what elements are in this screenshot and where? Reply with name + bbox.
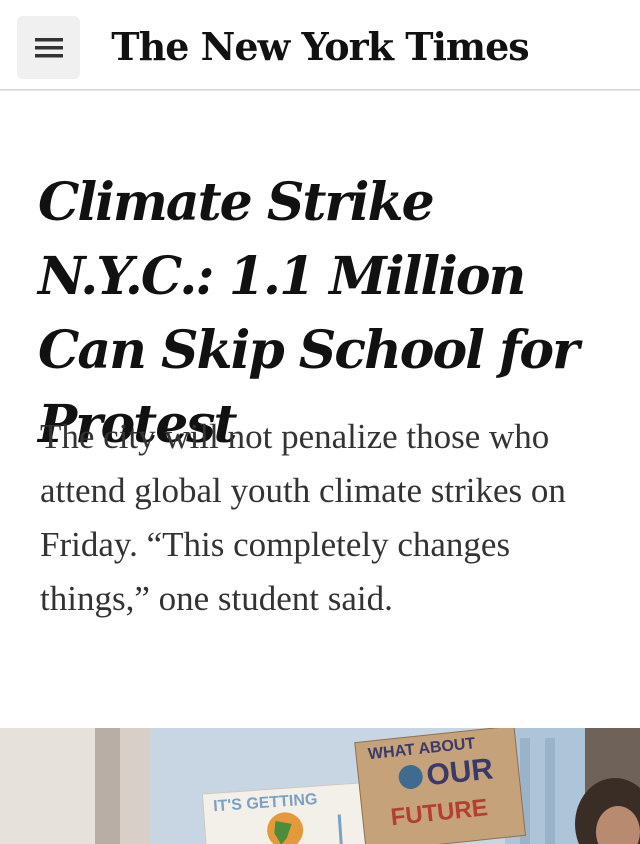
top-navigation-bar: The New York Times (0, 0, 640, 90)
protest-photo-illustration: IT'S GETTING WHAT ABOUT OUR FUTURE (0, 728, 640, 844)
sign-right-line2: OUR (425, 752, 495, 792)
article-photo[interactable]: IT'S GETTING WHAT ABOUT OUR FUTURE (0, 728, 640, 844)
hamburger-menu-icon (34, 37, 63, 57)
menu-button[interactable] (17, 16, 80, 79)
nyt-masthead-logo[interactable]: The New York Times (111, 18, 529, 74)
article-summary: The city will not penalize those who att… (40, 417, 566, 618)
